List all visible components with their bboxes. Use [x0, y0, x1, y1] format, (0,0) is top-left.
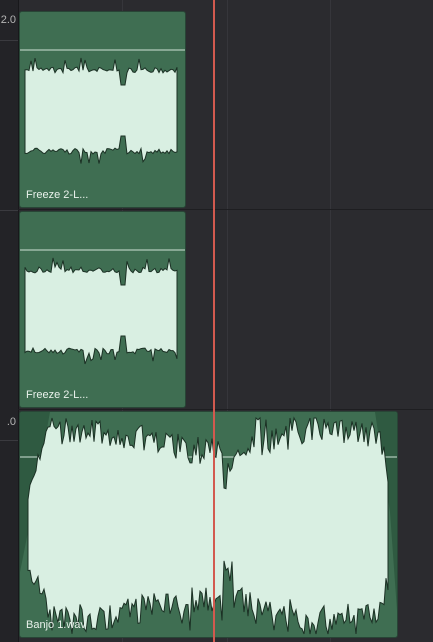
waveform-shape	[24, 57, 178, 164]
waveform	[20, 412, 397, 635]
gutter-tick	[0, 440, 18, 441]
gutter-tick	[0, 40, 18, 41]
playhead[interactable]	[213, 0, 215, 642]
waveform-shape	[27, 416, 389, 635]
clip-name: Freeze 2-L...	[26, 189, 89, 201]
audio-clip-freeze-2[interactable]: Freeze 2-L...	[19, 211, 186, 408]
waveform-shape	[24, 257, 178, 365]
level-marker-top: 2.0	[0, 14, 16, 26]
gutter-tick	[0, 210, 18, 211]
track-level-gutter: 2.0 .0	[0, 0, 19, 642]
waveform	[20, 249, 185, 365]
audio-clip-freeze-1[interactable]: Freeze 2-L...	[19, 11, 186, 208]
track-divider	[18, 209, 433, 210]
waveform	[20, 49, 185, 164]
timeline: 2.0 .0 Freeze 2-L... Freeze 2-L... Banjo…	[0, 0, 433, 642]
clip-name: Banjo 1.wav	[26, 619, 86, 631]
track-divider	[18, 409, 433, 410]
level-marker-bottom: .0	[6, 416, 16, 428]
audio-clip-banjo[interactable]: Banjo 1.wav	[19, 411, 398, 638]
clip-name: Freeze 2-L...	[26, 389, 89, 401]
